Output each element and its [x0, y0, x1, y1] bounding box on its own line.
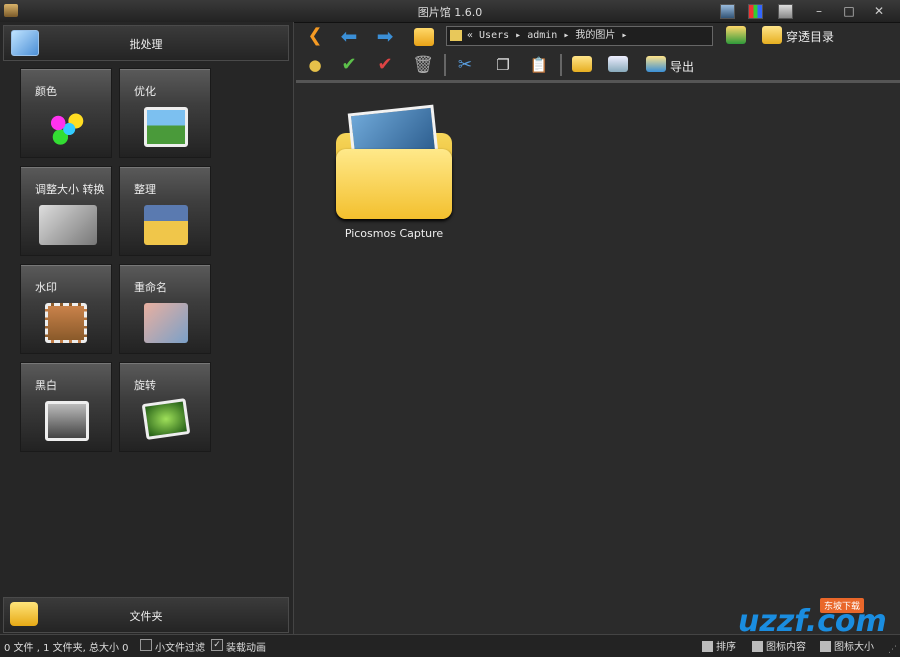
user-icon[interactable]: ●: [304, 54, 326, 76]
tile-label: 旋转: [134, 379, 156, 392]
rename-icon: [144, 303, 188, 343]
copy-icon[interactable]: ❐: [492, 54, 514, 76]
watermark-sub: 东坡下载: [820, 598, 865, 613]
arrow-right-icon[interactable]: ➡: [374, 25, 396, 47]
organize-photos-icon: [144, 205, 188, 245]
tile-label: 调整大小 转换: [35, 183, 105, 196]
toolbar-separator: [560, 54, 562, 76]
folder-panel-toggle[interactable]: 文件夹: [3, 597, 289, 633]
tile-color[interactable]: 颜色: [20, 68, 112, 158]
folder-icon: [336, 104, 452, 219]
refresh-icon[interactable]: [726, 26, 746, 44]
batch-header-label: 批处理: [129, 38, 163, 51]
tile-rename[interactable]: 重命名: [119, 264, 211, 354]
watermark-stamp-icon: [45, 303, 87, 343]
black-white-icon: [45, 401, 89, 441]
file-view: Picosmos Capture: [296, 83, 900, 634]
paste-icon[interactable]: 📋: [528, 54, 550, 76]
tile-label: 颜色: [35, 85, 57, 98]
new-folder-icon[interactable]: [572, 56, 592, 72]
small-file-filter-checkbox[interactable]: [140, 639, 152, 651]
through-dir-icon[interactable]: [762, 26, 782, 44]
check-icon[interactable]: ✔: [338, 54, 360, 76]
delete-icon[interactable]: 🗑: [412, 54, 434, 76]
load-animation-label: 装载动画: [226, 643, 266, 654]
folder-icon: [450, 30, 462, 41]
through-dir-button[interactable]: 穿透目录: [786, 28, 834, 45]
properties-icon[interactable]: [608, 56, 628, 72]
list-item[interactable]: Picosmos Capture: [332, 99, 456, 249]
resize-convert-icon: [39, 205, 97, 245]
tile-label: 整理: [134, 183, 156, 196]
tile-organize[interactable]: 整理: [119, 166, 211, 256]
tile-label: 黑白: [35, 379, 57, 392]
tile-watermark[interactable]: 水印: [20, 264, 112, 354]
toolbar-separator: [444, 54, 446, 76]
folder-panel-label: 文件夹: [129, 610, 163, 623]
tile-label: 水印: [35, 281, 57, 294]
close-button[interactable]: ✕: [868, 3, 890, 19]
cut-icon[interactable]: ✂: [454, 54, 476, 76]
navigation-toolbar: ❮ ⬅ ➡ « Users ▸ admin ▸ 我的图片 ▸ 穿透目录: [296, 22, 900, 50]
title-bar: 图片馆 1.6.0 – □ ✕: [0, 0, 900, 23]
action-toolbar: ● ✔ ✔ 🗑 ✂ ❐ 📋 导出: [296, 50, 900, 83]
tile-resize-convert[interactable]: 调整大小 转换: [20, 166, 112, 256]
tile-optimize[interactable]: 优化: [119, 68, 211, 158]
folder-up-icon[interactable]: [414, 28, 434, 46]
check-all-icon[interactable]: ✔: [374, 54, 396, 76]
monitor-icon[interactable]: [778, 4, 793, 19]
tile-black-white[interactable]: 黑白: [20, 362, 112, 452]
tile-label: 重命名: [134, 281, 167, 294]
tile-label: 优化: [134, 85, 156, 98]
batch-panel: 批处理 颜色 优化 调整大小 转换 整理 水印 重命名 黑白 旋转 文件夹: [0, 22, 294, 634]
window-title: 图片馆 1.6.0: [417, 6, 483, 19]
watermark-text: uzzf.com: [738, 604, 887, 639]
export-button[interactable]: 导出: [670, 58, 694, 75]
site-watermark: uzzf.com 东坡下载: [710, 596, 900, 654]
color-palette-icon: [45, 107, 89, 147]
status-summary: 0 文件 , 1 文件夹, 总大小 0: [4, 643, 129, 654]
load-animation-checkbox[interactable]: ✓: [211, 639, 223, 651]
rotate-icon: [141, 398, 191, 440]
address-path: « Users ▸ admin ▸ 我的图片 ▸: [467, 30, 628, 41]
arrow-left-icon[interactable]: ⬅: [338, 25, 360, 47]
minimize-button[interactable]: –: [808, 3, 830, 19]
tile-rotate[interactable]: 旋转: [119, 362, 211, 452]
optimize-brush-icon: [144, 107, 188, 147]
back-icon[interactable]: ❮: [304, 25, 326, 47]
small-file-filter-label: 小文件过滤: [155, 643, 205, 654]
view-icon[interactable]: [720, 4, 735, 19]
color-theme-icon[interactable]: [748, 4, 763, 19]
export-icon[interactable]: [646, 56, 666, 72]
folder-name: Picosmos Capture: [344, 227, 444, 240]
maximize-button[interactable]: □: [838, 3, 860, 19]
address-bar[interactable]: « Users ▸ admin ▸ 我的图片 ▸: [446, 26, 713, 46]
batch-header[interactable]: 批处理: [3, 25, 289, 61]
